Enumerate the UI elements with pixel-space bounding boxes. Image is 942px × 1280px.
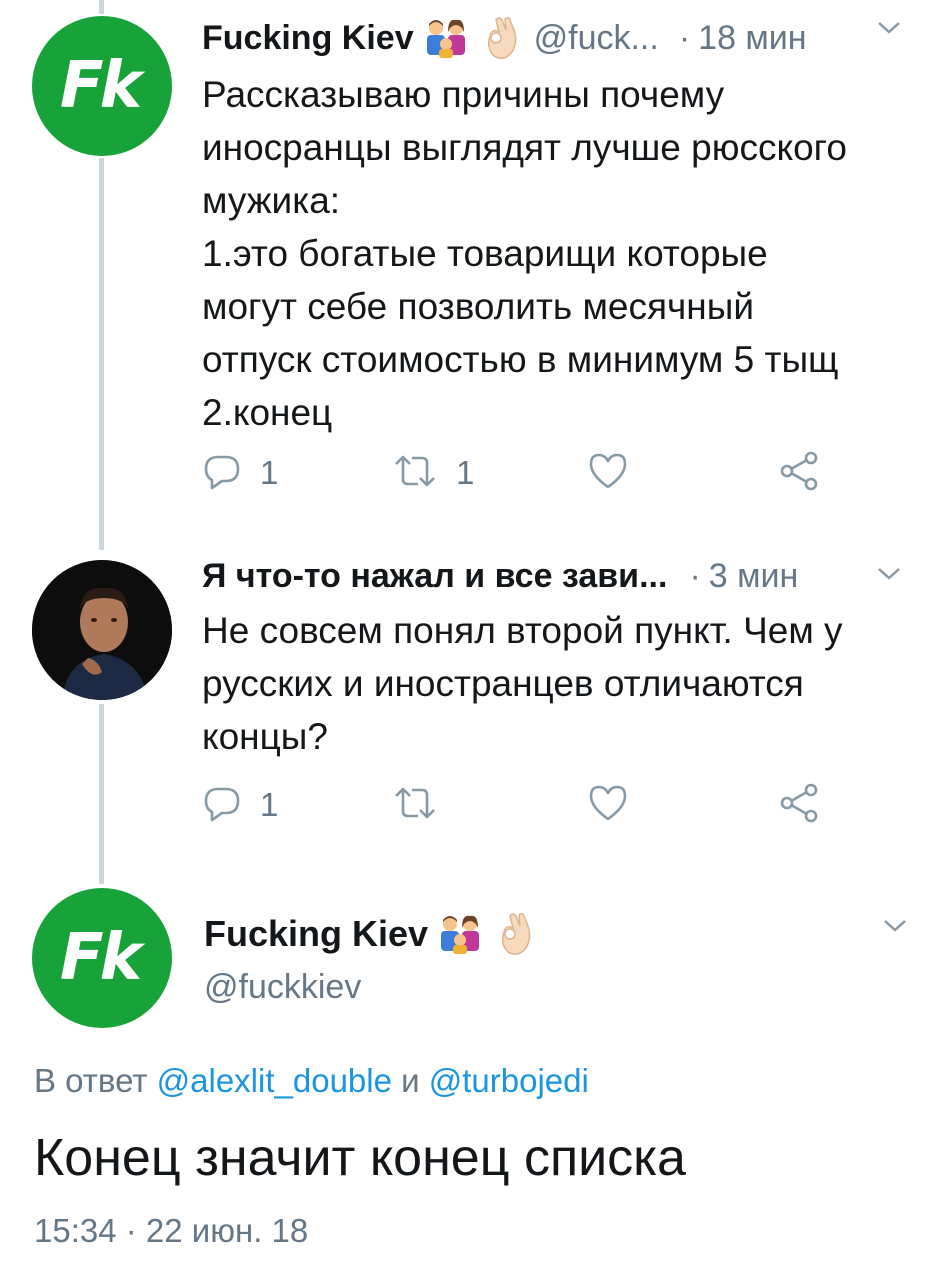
reply-count: 1: [260, 454, 279, 491]
chevron-down-icon[interactable]: [876, 566, 902, 587]
reply-count: 1: [260, 786, 279, 823]
focus-header: Fucking Kiev: [204, 910, 902, 958]
tweet-time[interactable]: 3 мин: [709, 557, 799, 596]
share-icon: [777, 781, 821, 830]
tweet-text-line: иносранцы выглядят лучше рюсского: [202, 127, 847, 168]
like-button[interactable]: [587, 780, 629, 830]
avatar[interactable]: Fk: [32, 16, 172, 156]
share-button[interactable]: [777, 780, 821, 830]
avatar-logo-text: Fk: [59, 49, 142, 123]
tweet-text-line: могут себе позволить месячный: [202, 286, 754, 327]
author-name[interactable]: Fucking Kiev: [202, 19, 414, 58]
reply-context: В ответ @alexlit_double и @turbojedi: [34, 1062, 589, 1100]
retweet-button[interactable]: [392, 780, 438, 830]
tweet-header: Я что-то нажал и все зави... · 3 мин: [202, 552, 902, 600]
separator-dot: ·: [689, 556, 701, 595]
tweet-text: Не совсем понял второй пункт. Чем у русс…: [202, 604, 902, 763]
author-name[interactable]: Я что-то нажал и все зави...: [202, 557, 667, 596]
tweet-text-line: мужика:: [202, 180, 341, 221]
tweet-actions: 1: [202, 780, 842, 830]
family-emoji-icon: [436, 914, 486, 954]
tweet-text-line: Не совсем понял второй пункт. Чем у: [202, 610, 843, 651]
separator-dot: ·: [678, 18, 691, 57]
retweet-icon: [392, 451, 438, 496]
ok-hand-emoji-icon: [494, 912, 534, 956]
retweet-button[interactable]: 1: [392, 448, 474, 498]
retweet-count: 1: [456, 454, 475, 491]
profile-photo-icon: [32, 560, 172, 700]
reply-icon: [202, 451, 242, 496]
chevron-down-icon[interactable]: [876, 20, 902, 41]
share-icon: [777, 449, 821, 498]
tweet-timestamp[interactable]: 15:34 · 22 июн. 18: [34, 1212, 308, 1250]
focus-tweet-author[interactable]: Fucking Kiev @fuckkiev: [204, 910, 906, 1007]
avatar[interactable]: [32, 560, 172, 700]
author-handle[interactable]: @fuckkiev: [204, 968, 902, 1007]
reply-button[interactable]: 1: [202, 448, 278, 498]
tweet-text-line: русских и иностранцев отличаются: [202, 663, 804, 704]
tweet-text: Рассказываю причины почему иносранцы выг…: [202, 68, 902, 439]
tweet-item[interactable]: Fucking Kiev @fuck... · 18 мин Рассказыв…: [202, 14, 902, 439]
tweet-text-line: Рассказываю причины почему: [202, 74, 725, 115]
ok-hand-emoji-icon: [480, 16, 520, 60]
mention-link[interactable]: @alexlit_double: [157, 1062, 392, 1099]
avatar[interactable]: Fk: [32, 888, 172, 1028]
retweet-icon: [392, 783, 438, 828]
tweet-actions: 1 1: [202, 448, 842, 498]
share-button[interactable]: [777, 448, 821, 498]
reply-conjunction: и: [401, 1062, 420, 1099]
reply-prefix: В ответ: [34, 1062, 148, 1099]
author-handle[interactable]: @fuck...: [534, 19, 659, 58]
tweet-text-line: 2.конец: [202, 392, 333, 433]
reply-button[interactable]: 1: [202, 780, 278, 830]
family-emoji-icon: [422, 18, 472, 58]
chevron-down-icon[interactable]: [882, 918, 908, 939]
like-icon: [587, 783, 629, 828]
author-name[interactable]: Fucking Kiev: [204, 913, 428, 955]
mention-link[interactable]: @turbojedi: [429, 1062, 589, 1099]
like-icon: [587, 451, 629, 496]
tweet-time[interactable]: 18 мин: [698, 19, 806, 58]
tweet-text-line: 1.это богатые товарищи которые: [202, 233, 768, 274]
thread-connector-top: [99, 0, 104, 14]
avatar-logo-text: Fk: [59, 921, 142, 995]
tweet-text-line: концы?: [202, 716, 328, 757]
tweet-header: Fucking Kiev @fuck... · 18 мин: [202, 14, 902, 62]
tweet-text-line: отпуск стоимостью в минимум 5 тыщ: [202, 339, 839, 380]
reply-icon: [202, 783, 242, 828]
thread-connector: [99, 158, 104, 550]
tweet-item[interactable]: Я что-то нажал и все зави... · 3 мин Не …: [202, 552, 902, 763]
like-button[interactable]: [587, 448, 629, 498]
thread-connector: [99, 704, 104, 884]
focus-tweet-text: Конец значит конец списка: [34, 1129, 686, 1187]
